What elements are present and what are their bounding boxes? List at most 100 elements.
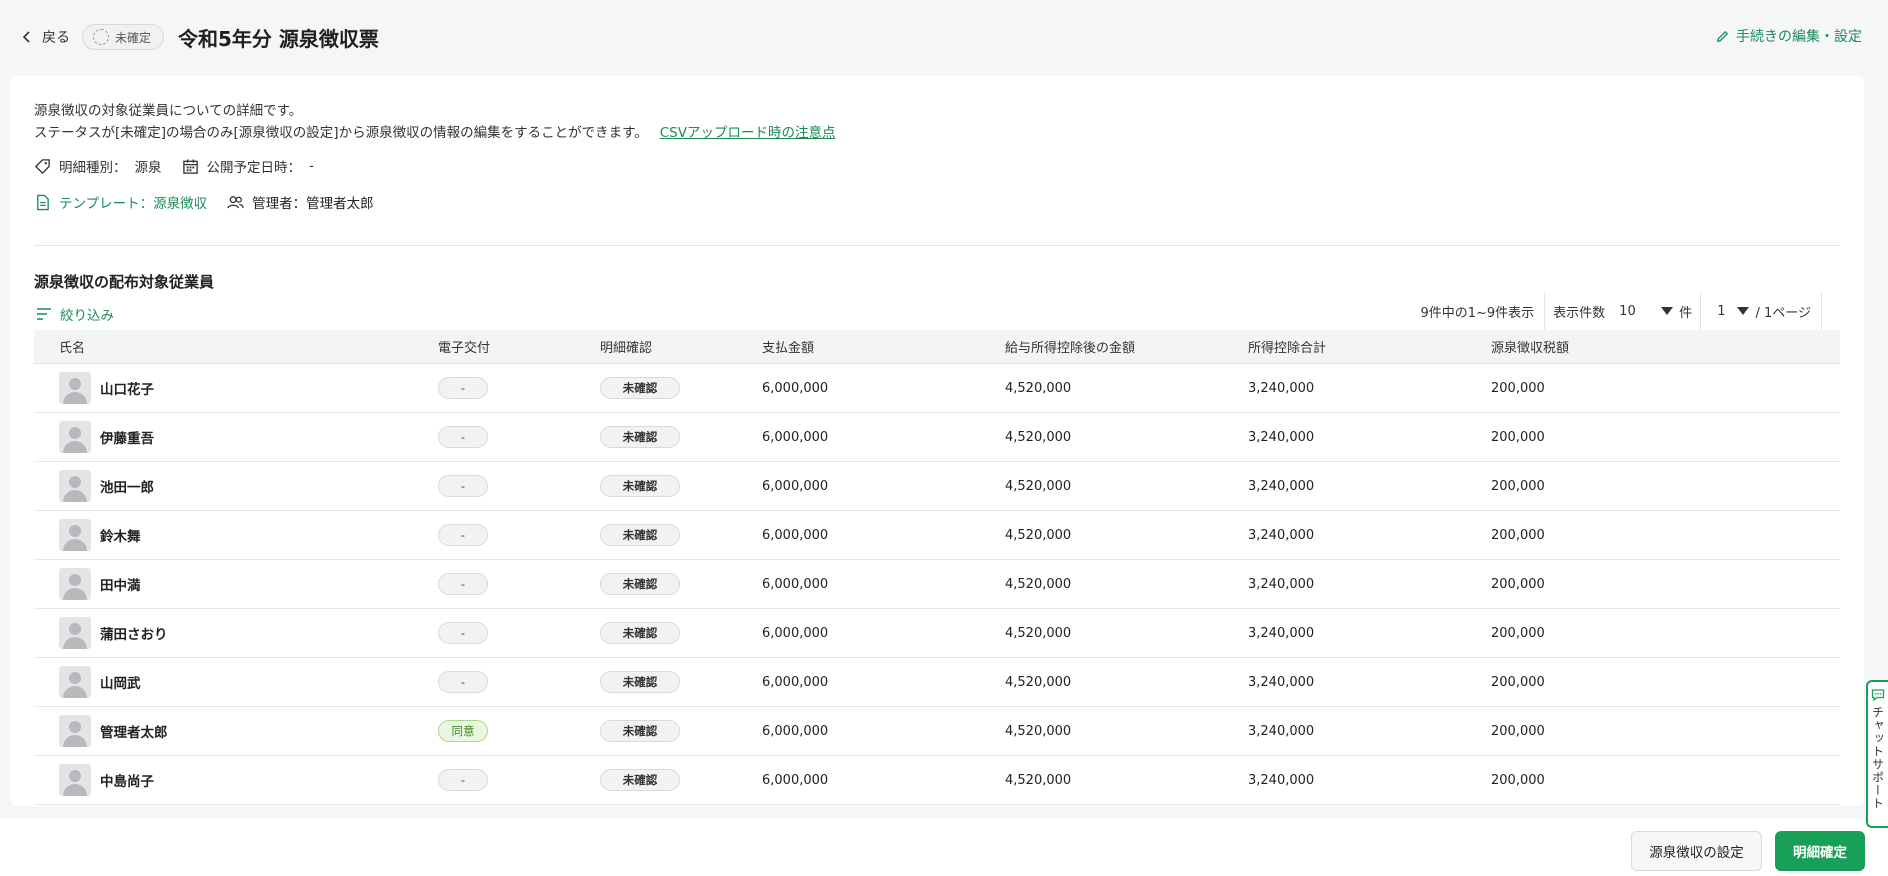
confirm-badge: 未確認 (600, 573, 680, 595)
divider (34, 245, 1840, 246)
withholding-tax: 200,000 (1491, 723, 1545, 739)
table-row[interactable]: 伊藤重吾 - 未確認 6,000,000 4,520,000 3,240,000… (34, 413, 1840, 462)
dashed-circle-icon (93, 29, 109, 45)
payment-amount: 6,000,000 (762, 772, 829, 788)
employee-name: 中島尚子 (100, 774, 154, 790)
table-row[interactable]: 山岡武 - 未確認 6,000,000 4,520,000 3,240,000 … (34, 658, 1840, 707)
back-button[interactable]: 戻る (20, 27, 70, 47)
avatar-icon (59, 372, 91, 404)
avatar-icon (59, 666, 91, 698)
deduction-total: 3,240,000 (1248, 625, 1315, 641)
deduction-total: 3,240,000 (1248, 429, 1315, 445)
template-label: テンプレート：源泉徴収 (59, 196, 208, 212)
deduction-total: 3,240,000 (1248, 527, 1315, 543)
table-row[interactable]: 山口花子 - 未確認 6,000,000 4,520,000 3,240,000… (34, 364, 1840, 413)
confirm-details-button[interactable]: 明細確定 (1775, 831, 1865, 871)
per-page-control: 表示件数 10 件 (1545, 292, 1702, 330)
after-deduction-amount: 4,520,000 (1005, 576, 1072, 592)
deduction-total: 3,240,000 (1248, 576, 1315, 592)
chat-icon (1871, 689, 1885, 702)
deduction-total: 3,240,000 (1248, 478, 1315, 494)
withholding-tax: 200,000 (1491, 380, 1545, 396)
description-line-1: 源泉徴収の対象従業員についての詳細です。 (34, 103, 303, 119)
publish-date-label: 公開予定日時： (206, 160, 302, 176)
pager: 9件中の1~9件表示 表示件数 10 件 1 / 1ページ (1420, 292, 1822, 330)
filter-icon (37, 308, 51, 320)
employee-name: 鈴木舞 (100, 529, 141, 545)
table-row[interactable]: 管理者太郎 同意 未確認 6,000,000 4,520,000 3,240,0… (34, 707, 1840, 756)
confirm-badge: 未確認 (600, 671, 680, 693)
col-header-deduction-total[interactable]: 所得控除合計 (1248, 337, 1491, 356)
col-header-payment[interactable]: 支払金額 (762, 337, 1005, 356)
template-link[interactable]: テンプレート：源泉徴収 (34, 192, 207, 212)
table-row[interactable]: 蒲田さおり - 未確認 6,000,000 4,520,000 3,240,00… (34, 609, 1840, 658)
col-header-delivery[interactable]: 電子交付 (438, 337, 600, 356)
deduction-total: 3,240,000 (1248, 674, 1315, 690)
withholding-tax: 200,000 (1491, 478, 1545, 494)
withholding-tax: 200,000 (1491, 674, 1545, 690)
detail-type-value: 源泉 (134, 160, 162, 176)
triangle-down-icon (1737, 307, 1750, 315)
csv-notes-link[interactable]: CSVアップロード時の注意点 (660, 125, 836, 141)
main-card: 源泉徴収の対象従業員についての詳細です。 ステータスが[未確定]の場合のみ[源泉… (10, 76, 1864, 806)
back-label: 戻る (42, 30, 70, 46)
description: 源泉徴収の対象従業員についての詳細です。 ステータスが[未確定]の場合のみ[源泉… (34, 100, 835, 144)
publish-date: 公開予定日時： - (182, 156, 314, 176)
confirm-badge: 未確認 (600, 426, 680, 448)
confirm-badge: 未確認 (600, 524, 680, 546)
employee-name: 伊藤重吾 (100, 431, 154, 447)
status-badge: 未確定 (82, 24, 165, 50)
delivery-badge: - (438, 622, 488, 644)
delivery-badge: 同意 (438, 720, 488, 742)
after-deduction-amount: 4,520,000 (1005, 723, 1072, 739)
withholding-settings-button[interactable]: 源泉徴収の設定 (1631, 831, 1762, 871)
page-select[interactable]: 1 (1717, 304, 1750, 319)
detail-type: 明細種別： 源泉 (34, 156, 162, 176)
users-icon (227, 195, 244, 208)
avatar-icon (59, 470, 91, 502)
per-page-select[interactable]: 10 (1611, 303, 1674, 319)
edit-settings-link[interactable]: 手続きの編集・設定 (1715, 26, 1862, 46)
publish-date-value: - (309, 158, 314, 174)
confirm-badge: 未確認 (600, 377, 680, 399)
confirm-badge: 未確認 (600, 720, 680, 742)
chevron-left-icon (22, 31, 30, 43)
per-page-value: 10 (1619, 303, 1636, 319)
table-row[interactable]: 田中満 - 未確認 6,000,000 4,520,000 3,240,000 … (34, 560, 1840, 609)
meta-row-1: 明細種別： 源泉 公開予定日時： - (34, 156, 334, 176)
per-page-label: 表示件数 (1553, 305, 1606, 321)
per-page-unit: 件 (1679, 305, 1693, 321)
section-title: 源泉徴収の配布対象従業員 (34, 273, 215, 291)
col-header-tax[interactable]: 源泉徴収税額 (1491, 337, 1734, 356)
detail-type-label: 明細種別： (59, 160, 127, 176)
pencil-icon (1716, 30, 1729, 42)
delivery-badge: - (438, 573, 488, 595)
col-header-name[interactable]: 氏名 (34, 337, 438, 356)
table-row[interactable]: 中島尚子 - 未確認 6,000,000 4,520,000 3,240,000… (34, 756, 1840, 805)
description-line-2: ステータスが[未確定]の場合のみ[源泉徴収の設定]から源泉徴収の情報の編集をする… (34, 122, 835, 144)
employee-name: 管理者太郎 (100, 725, 168, 741)
avatar-icon (59, 519, 91, 551)
after-deduction-amount: 4,520,000 (1005, 625, 1072, 641)
calendar-icon (182, 158, 198, 174)
delivery-badge: - (438, 769, 488, 791)
filter-button[interactable]: 絞り込み (36, 304, 114, 324)
withholding-tax: 200,000 (1491, 625, 1545, 641)
employee-name: 池田一郎 (100, 480, 154, 496)
triangle-down-icon (1661, 307, 1674, 315)
table-row[interactable]: 鈴木舞 - 未確認 6,000,000 4,520,000 3,240,000 … (34, 511, 1840, 560)
after-deduction-amount: 4,520,000 (1005, 674, 1072, 690)
confirm-badge: 未確認 (600, 769, 680, 791)
col-header-after-deduction[interactable]: 給与所得控除後の金額 (1005, 337, 1248, 356)
employee-name: 田中満 (100, 578, 141, 594)
col-header-confirm[interactable]: 明細確認 (600, 337, 762, 356)
meta-row-2: テンプレート：源泉徴収 管理者：管理者太郎 (34, 192, 394, 212)
avatar-icon (59, 617, 91, 649)
delivery-badge: - (438, 524, 488, 546)
delivery-badge: - (438, 426, 488, 448)
deduction-total: 3,240,000 (1248, 772, 1315, 788)
employee-name: 蒲田さおり (100, 627, 168, 643)
chat-support-tab[interactable]: チャットサポート (1866, 680, 1888, 828)
table-row[interactable]: 池田一郎 - 未確認 6,000,000 4,520,000 3,240,000… (34, 462, 1840, 511)
payment-amount: 6,000,000 (762, 527, 829, 543)
